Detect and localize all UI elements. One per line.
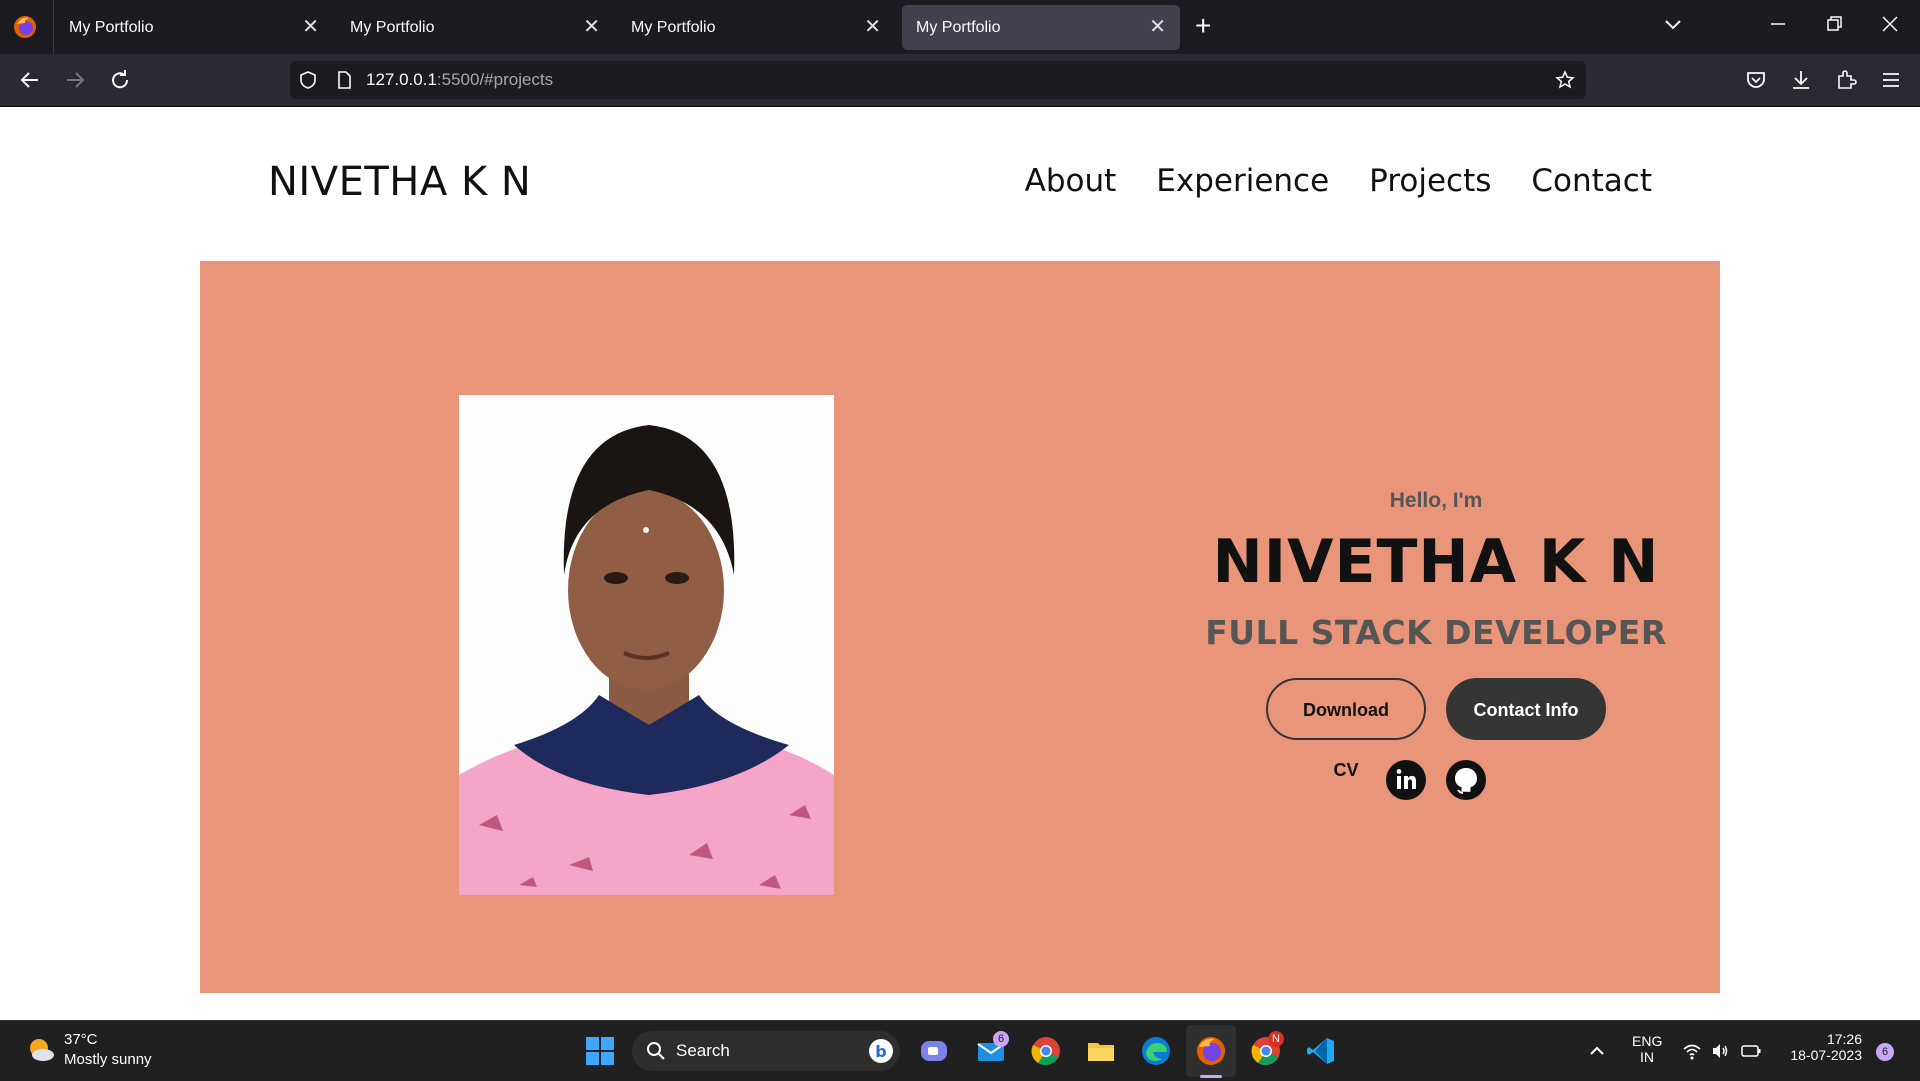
battery-icon[interactable]	[1740, 1041, 1762, 1061]
browser-tab[interactable]: My Portfolio ✕	[336, 5, 614, 50]
greeting-text: Hello, I'm	[1389, 489, 1483, 512]
extensions-icon[interactable]	[1834, 68, 1858, 92]
chrome-profile-badge: N	[1268, 1031, 1284, 1047]
tab-title: My Portfolio	[916, 19, 1001, 36]
taskbar: 37°C Mostly sunny Search b 6 N ENG IN 17…	[0, 1020, 1920, 1081]
hamburger-menu-icon[interactable]	[1879, 68, 1903, 92]
hero-name: NIVETHA K N	[1212, 527, 1660, 597]
browser-tab[interactable]: My Portfolio ✕	[617, 5, 895, 50]
browser-tab[interactable]: My Portfolio ✕	[55, 5, 333, 50]
search-icon	[647, 1042, 665, 1060]
minimize-icon[interactable]	[1768, 14, 1788, 34]
vscode-icon[interactable]	[1305, 1035, 1337, 1067]
site-logo[interactable]: NIVETHA K N	[268, 159, 531, 205]
volume-icon[interactable]	[1710, 1041, 1730, 1061]
download-icon[interactable]	[1789, 68, 1813, 92]
close-icon[interactable]: ✕	[864, 5, 881, 50]
close-window-icon[interactable]	[1880, 14, 1900, 34]
chrome-icon[interactable]	[1030, 1035, 1062, 1067]
browser-tab-active[interactable]: My Portfolio ✕	[902, 5, 1180, 50]
pocket-icon[interactable]	[1744, 68, 1768, 92]
active-indicator	[1200, 1075, 1222, 1078]
profile-photo	[459, 395, 834, 895]
notification-badge[interactable]: 6	[1876, 1043, 1894, 1061]
social-links	[1016, 760, 1856, 800]
windows-start-icon[interactable]	[584, 1035, 616, 1067]
contact-info-button[interactable]: Contact Info	[1446, 678, 1606, 740]
language-indicator[interactable]: ENG IN	[1632, 1033, 1662, 1065]
nav-link-projects[interactable]: Projects	[1369, 163, 1491, 199]
browser-toolbar: 127.0.0.1:5500/#projects	[0, 54, 1920, 107]
bing-icon[interactable]: b	[868, 1038, 894, 1064]
address-bar[interactable]: 127.0.0.1:5500/#projects	[290, 61, 1586, 99]
reload-icon[interactable]	[108, 68, 132, 92]
url-text[interactable]: 127.0.0.1:5500/#projects	[366, 61, 553, 99]
clock-date: 18-07-2023	[1790, 1047, 1862, 1063]
hero-role: FULL STACK DEVELOPER	[1205, 613, 1667, 652]
restore-icon[interactable]	[1824, 14, 1844, 34]
tab-title: My Portfolio	[350, 19, 435, 36]
download-cv-button[interactable]: Download CV	[1266, 678, 1426, 780]
search-label: Search	[676, 1041, 730, 1060]
nav-link-experience[interactable]: Experience	[1156, 163, 1329, 199]
region-code: IN	[1640, 1049, 1654, 1065]
site-nav: About Experience Projects Contact	[1025, 163, 1652, 199]
page-icon[interactable]	[334, 70, 354, 90]
tab-title: My Portfolio	[631, 19, 716, 36]
browser-tab-bar: My Portfolio ✕ My Portfolio ✕ My Portfol…	[0, 0, 1920, 54]
mail-badge: 6	[993, 1031, 1009, 1047]
weather-temp: 37°C	[64, 1031, 98, 1048]
clock-time: 17:26	[1826, 1031, 1862, 1047]
sun-cloud-icon	[30, 1039, 54, 1061]
firefox-menu-icon[interactable]	[12, 14, 38, 40]
taskbar-search[interactable]: Search b	[632, 1031, 900, 1071]
hero-intro: Hello, I'm NIVETHA K N FULL STACK DEVELO…	[1016, 489, 1856, 800]
close-icon[interactable]: ✕	[1149, 5, 1166, 50]
list-all-tabs-icon[interactable]	[1662, 14, 1684, 36]
tab-separator	[53, 0, 54, 54]
close-icon[interactable]: ✕	[583, 5, 600, 50]
svg-text:b: b	[875, 1042, 886, 1061]
nav-link-about[interactable]: About	[1025, 163, 1117, 199]
url-path: :5500/#projects	[436, 70, 554, 89]
back-arrow-icon[interactable]	[18, 68, 42, 92]
wifi-icon[interactable]	[1682, 1041, 1702, 1061]
edge-icon[interactable]	[1140, 1035, 1172, 1067]
linkedin-icon[interactable]	[1386, 760, 1426, 800]
file-explorer-icon[interactable]	[1085, 1035, 1117, 1067]
shield-icon[interactable]	[298, 70, 318, 90]
nav-link-contact[interactable]: Contact	[1531, 163, 1652, 199]
forward-arrow-icon[interactable]	[63, 68, 87, 92]
github-icon[interactable]	[1446, 760, 1486, 800]
chevron-up-icon[interactable]	[1588, 1042, 1606, 1060]
language-code: ENG	[1632, 1033, 1663, 1049]
bookmark-star-icon[interactable]	[1555, 70, 1575, 90]
new-tab-button[interactable]: +	[1195, 12, 1211, 40]
url-host: 127.0.0.1	[366, 70, 437, 89]
hero-section: Hello, I'm NIVETHA K N FULL STACK DEVELO…	[200, 261, 1720, 993]
close-icon[interactable]: ✕	[302, 5, 319, 50]
weather-condition: Mostly sunny	[64, 1051, 152, 1068]
hero-buttons: Download CV Contact Info	[1016, 678, 1856, 780]
firefox-icon[interactable]	[1195, 1035, 1227, 1067]
teams-chat-icon[interactable]	[918, 1035, 950, 1067]
clock[interactable]: 17:26 18-07-2023	[1780, 1031, 1862, 1063]
portfolio-page: NIVETHA K N About Experience Projects Co…	[0, 107, 1920, 1020]
tab-title: My Portfolio	[69, 19, 154, 36]
